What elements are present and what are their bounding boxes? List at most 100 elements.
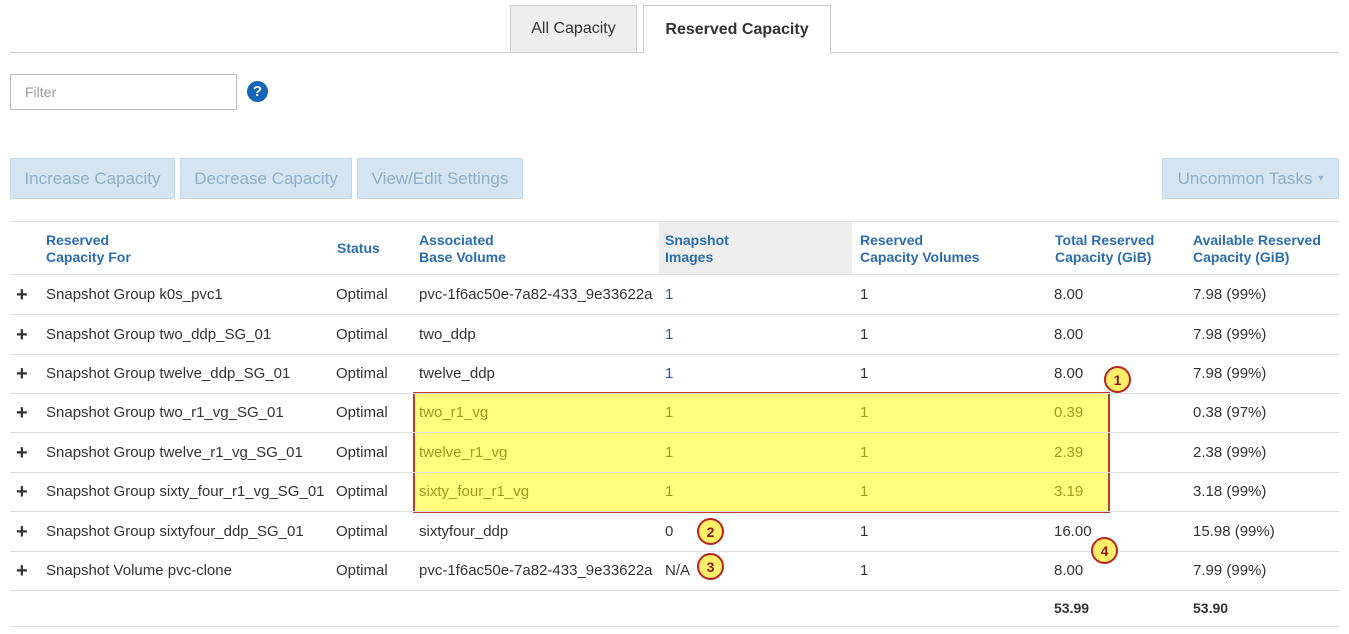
cell-snapshot-images-link[interactable]: 1 [665, 472, 673, 512]
cell-reserved-volumes: 1 [860, 562, 869, 579]
tab-all-capacity[interactable]: All Capacity [510, 5, 637, 52]
tab-reserved-capacity-label: Reserved Capacity [665, 21, 809, 38]
view-edit-settings-label: View/Edit Settings [371, 168, 509, 188]
table-row[interactable]: + Snapshot Group twelve_r1_vg_SG_01 Opti… [10, 433, 1339, 473]
filter-input[interactable] [10, 74, 237, 110]
view-edit-settings-button[interactable]: View/Edit Settings [357, 158, 523, 199]
caret-down-icon: ▾ [1318, 173, 1324, 184]
cell-base-volume: sixtyfour_ddp [419, 523, 509, 540]
help-icon[interactable]: ? [247, 81, 268, 102]
help-icon-glyph: ? [252, 83, 263, 100]
cell-snapshot-images-link[interactable]: 1 [665, 275, 673, 315]
cell-reserved-for: Snapshot Group sixty_four_r1_vg_SG_01 [46, 483, 325, 500]
decrease-capacity-button[interactable]: Decrease Capacity [180, 158, 352, 199]
callout-marker-4: 4 [1091, 537, 1118, 564]
tab-reserved-capacity[interactable]: Reserved Capacity [643, 5, 831, 54]
cell-snapshot-images-link[interactable]: 1 [665, 393, 673, 433]
expand-plus-icon[interactable]: + [16, 354, 28, 394]
cell-total-reserved: 16.00 [1054, 523, 1092, 540]
cell-snapshot-images: 0 [665, 523, 674, 540]
cell-reserved-volumes: 1 [860, 404, 869, 421]
table-row[interactable]: + Snapshot Group two_r1_vg_SG_01 Optimal… [10, 393, 1339, 433]
expand-plus-icon[interactable]: + [16, 472, 28, 512]
cell-total-reserved: 3.19 [1054, 483, 1084, 500]
cell-status: Optimal [336, 404, 388, 421]
cell-base-volume: two_r1_vg [419, 404, 489, 421]
header-snapshot-images-line2: Images [665, 249, 714, 265]
total-reserved-sum: 53.99 [1054, 600, 1090, 616]
cell-available-reserved: 2.38 (99%) [1193, 444, 1267, 461]
cell-reserved-volumes: 1 [860, 444, 869, 461]
table-row[interactable]: + Snapshot Group sixtyfour_ddp_SG_01 Opt… [10, 512, 1339, 552]
increase-capacity-button[interactable]: Increase Capacity [10, 158, 175, 199]
header-base-volume-line2: Base Volume [419, 249, 506, 265]
header-associated-base-volume[interactable]: Associated Base Volume [419, 232, 506, 266]
totals-row: 53.99 53.90 [10, 592, 1339, 627]
expand-plus-icon[interactable]: + [16, 512, 28, 552]
table-row[interactable]: + Snapshot Group sixty_four_r1_vg_SG_01 … [10, 472, 1339, 512]
cell-base-volume: pvc-1f6ac50e-7a82-433_9e33622a [419, 562, 653, 579]
header-total-reserved-line1: Total Reserved [1055, 232, 1155, 248]
header-status[interactable]: Status [337, 240, 380, 257]
header-reserved-volumes-line1: Reserved [860, 232, 924, 248]
header-total-reserved-capacity[interactable]: Total Reserved Capacity (GiB) [1055, 232, 1154, 266]
header-total-reserved-line2: Capacity (GiB) [1055, 249, 1152, 265]
header-status-label: Status [337, 240, 380, 256]
callout-number: 3 [706, 558, 715, 575]
cell-available-reserved: 7.98 (99%) [1193, 365, 1267, 382]
header-snapshot-images[interactable]: Snapshot Images [665, 232, 729, 266]
cell-base-volume: sixty_four_r1_vg [419, 483, 530, 500]
table-row[interactable]: + Snapshot Group two_ddp_SG_01 Optimal t… [10, 315, 1339, 355]
header-base-volume-line1: Associated [419, 232, 494, 248]
callout-number: 2 [706, 523, 715, 540]
cell-reserved-for: Snapshot Group two_ddp_SG_01 [46, 326, 272, 343]
expand-plus-icon[interactable]: + [16, 393, 28, 433]
uncommon-tasks-button[interactable]: Uncommon Tasks ▾ [1162, 158, 1339, 199]
cell-available-reserved: 3.18 (99%) [1193, 483, 1267, 500]
cell-base-volume: twelve_ddp [419, 365, 495, 382]
callout-marker-3: 3 [697, 553, 724, 580]
tab-all-capacity-label: All Capacity [531, 20, 616, 37]
cell-total-reserved: 8.00 [1054, 365, 1084, 382]
cell-reserved-for: Snapshot Group twelve_ddp_SG_01 [46, 365, 291, 382]
cell-available-reserved: 0.38 (97%) [1193, 404, 1267, 421]
expand-plus-icon[interactable]: + [16, 433, 28, 473]
table-row[interactable]: + Snapshot Volume pvc-clone Optimal pvc-… [10, 551, 1339, 591]
cell-snapshot-images: N/A [665, 562, 691, 579]
cell-snapshot-images-link[interactable]: 1 [665, 433, 673, 473]
header-reserved-capacity-for-line2: Capacity For [46, 249, 131, 265]
expand-plus-icon[interactable]: + [16, 315, 28, 355]
cell-status: Optimal [336, 562, 388, 579]
cell-snapshot-images-link[interactable]: 1 [665, 315, 673, 355]
cell-available-reserved: 7.98 (99%) [1193, 326, 1267, 343]
cell-base-volume: two_ddp [419, 326, 476, 343]
header-reserved-capacity-for[interactable]: Reserved Capacity For [46, 232, 131, 266]
header-available-reserved-line1: Available Reserved [1193, 232, 1321, 248]
cell-status: Optimal [336, 286, 388, 303]
expand-plus-icon[interactable]: + [16, 275, 28, 315]
header-available-reserved-capacity[interactable]: Available Reserved Capacity (GiB) [1193, 232, 1321, 266]
cell-snapshot-images-link[interactable]: 1 [665, 354, 673, 394]
decrease-capacity-label: Decrease Capacity [194, 168, 338, 188]
cell-reserved-for: Snapshot Volume pvc-clone [46, 562, 232, 579]
cell-reserved-for: Snapshot Group two_r1_vg_SG_01 [46, 404, 284, 421]
increase-capacity-label: Increase Capacity [24, 168, 161, 188]
header-snapshot-images-line1: Snapshot [665, 232, 729, 248]
cell-available-reserved: 7.98 (99%) [1193, 286, 1267, 303]
cell-reserved-volumes: 1 [860, 365, 869, 382]
cell-available-reserved: 15.98 (99%) [1193, 523, 1275, 540]
cell-base-volume: pvc-1f6ac50e-7a82-433_9e33622a [419, 286, 653, 303]
header-reserved-capacity-for-line1: Reserved [46, 232, 110, 248]
header-reserved-capacity-volumes[interactable]: Reserved Capacity Volumes [860, 232, 980, 266]
table-row[interactable]: + Snapshot Group twelve_ddp_SG_01 Optima… [10, 354, 1339, 394]
table-row[interactable]: + Snapshot Group k0s_pvc1 Optimal pvc-1f… [10, 275, 1339, 315]
cell-total-reserved: 8.00 [1054, 326, 1084, 343]
expand-plus-icon[interactable]: + [16, 551, 28, 591]
cell-total-reserved: 2.39 [1054, 444, 1084, 461]
callout-number: 4 [1100, 542, 1109, 559]
callout-marker-1: 1 [1104, 366, 1131, 393]
cell-status: Optimal [336, 444, 388, 461]
cell-total-reserved: 8.00 [1054, 562, 1084, 579]
cell-reserved-volumes: 1 [860, 523, 869, 540]
cell-reserved-for: Snapshot Group sixtyfour_ddp_SG_01 [46, 523, 304, 540]
